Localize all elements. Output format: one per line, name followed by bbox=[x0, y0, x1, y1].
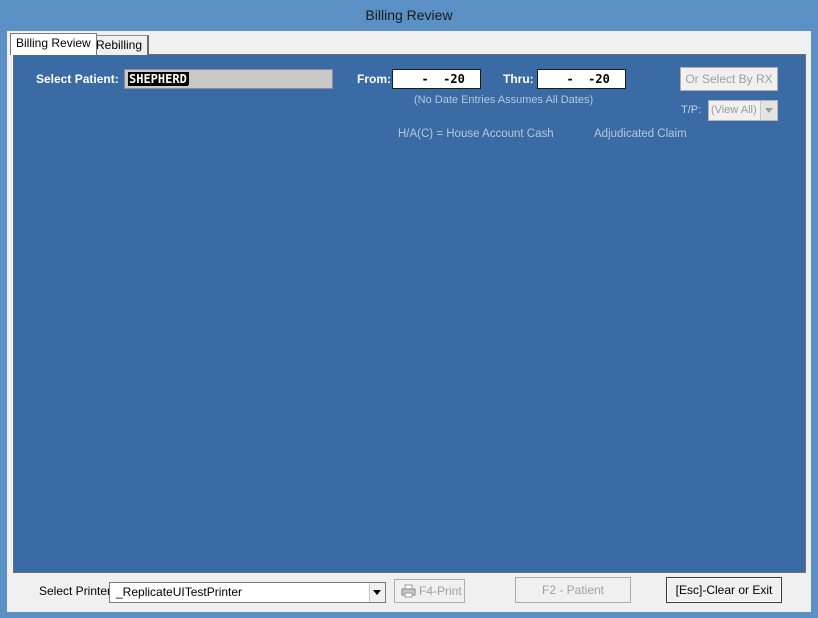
printer-select-value: _ReplicateUITestPrinter bbox=[116, 585, 243, 599]
from-date-label: From: bbox=[357, 72, 391, 86]
text-caret bbox=[187, 72, 189, 85]
select-patient-label: Select Patient: bbox=[36, 72, 119, 86]
tp-dropdown-button[interactable] bbox=[760, 101, 777, 120]
chevron-down-icon bbox=[765, 108, 773, 113]
tab-billing-review-label: Billing Review bbox=[16, 36, 91, 50]
clear-or-exit-button[interactable]: [Esc]-Clear or Exit bbox=[666, 577, 782, 603]
printer-dropdown-button[interactable] bbox=[369, 583, 385, 602]
print-button-label: F4-Print bbox=[419, 584, 462, 598]
printer-icon bbox=[401, 584, 416, 598]
from-date-input[interactable]: - -20 bbox=[392, 69, 481, 89]
tab-rebilling[interactable]: Rebilling bbox=[90, 35, 150, 55]
adjudicated-claim-legend: Adjudicated Claim bbox=[594, 128, 687, 140]
date-note: (No Date Entries Assumes All Dates) bbox=[414, 94, 594, 106]
select-printer-label: Select Printer: bbox=[39, 584, 115, 598]
patient-input-value: SHEPHERD bbox=[128, 72, 188, 86]
window-frame-right bbox=[811, 31, 818, 618]
window-frame-left bbox=[0, 31, 7, 618]
house-account-legend: H/A(C) = House Account Cash bbox=[398, 128, 554, 140]
tp-select-value: (View All) bbox=[711, 104, 757, 116]
tab-rebilling-label: Rebilling bbox=[96, 38, 143, 52]
window-title-bar[interactable]: Billing Review bbox=[0, 0, 818, 31]
patient-input[interactable]: SHEPHERD bbox=[124, 69, 333, 89]
window-title: Billing Review bbox=[365, 7, 453, 23]
chevron-down-icon bbox=[373, 590, 381, 595]
window-frame-bottom bbox=[0, 612, 818, 618]
thru-date-label: Thru: bbox=[503, 72, 534, 86]
f2-patient-button[interactable]: F2 - Patient bbox=[515, 577, 631, 603]
tab-billing-review[interactable]: Billing Review bbox=[10, 33, 97, 55]
thru-date-input[interactable]: - -20 bbox=[537, 69, 626, 89]
tp-label: T/P: bbox=[681, 104, 702, 116]
select-by-rx-button[interactable]: Or Select By RX bbox=[680, 67, 778, 91]
printer-select[interactable]: _ReplicateUITestPrinter bbox=[109, 582, 386, 603]
